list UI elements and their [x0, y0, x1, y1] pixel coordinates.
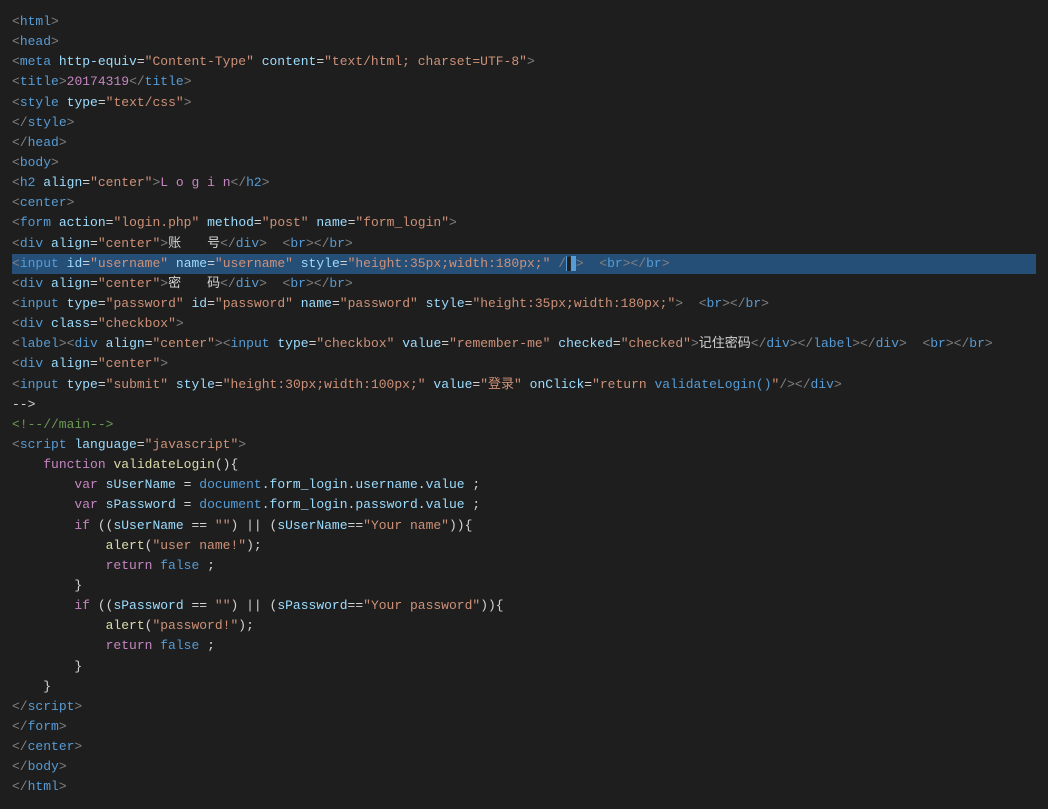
- code-line-16: <div class="checkbox">: [12, 314, 1036, 334]
- code-line-11: <form action="login.php" method="post" n…: [12, 213, 1036, 233]
- code-line-37: </body>: [12, 757, 1036, 777]
- code-line-3: <meta http-equiv="Content-Type" content=…: [12, 52, 1036, 72]
- code-line-36: </center>: [12, 737, 1036, 757]
- code-line-18: <div align="center">: [12, 354, 1036, 374]
- code-line-31: return false ;: [12, 636, 1036, 656]
- code-line-21: <script language="javascript">: [12, 435, 1036, 455]
- code-line-6: </style>: [12, 113, 1036, 133]
- code-line-4: <title>20174319</title>: [12, 72, 1036, 92]
- code-line-2: <head>: [12, 32, 1036, 52]
- code-line-9: <h2 align="center">L o g i n</h2>: [12, 173, 1036, 193]
- code-line-14: <div align="center">密 码</div> <br></br>: [12, 274, 1036, 294]
- code-line-24: var sPassword = document.form_login.pass…: [12, 495, 1036, 515]
- code-line-32: }: [12, 657, 1036, 677]
- code-line-5: <style type="text/css">: [12, 93, 1036, 113]
- code-line-28: }: [12, 576, 1036, 596]
- code-line-23: var sUserName = document.form_login.user…: [12, 475, 1036, 495]
- code-line-12: <div align="center">账 号</div> <br></br>: [12, 234, 1036, 254]
- code-line-8: <body>: [12, 153, 1036, 173]
- code-line-22: function validateLogin(){: [12, 455, 1036, 475]
- code-line-10: <center>: [12, 193, 1036, 213]
- code-line-34: </script>: [12, 697, 1036, 717]
- code-line-19: <input type="submit" style="height:30px;…: [12, 375, 1036, 395]
- code-line-38: </html>: [12, 777, 1036, 797]
- code-line-29: if ((sPassword == "") || (sPassword=="Yo…: [12, 596, 1036, 616]
- code-line-20: <!--//main-->: [12, 415, 1036, 435]
- code-line-7: </head>: [12, 133, 1036, 153]
- code-line-1: <html>: [12, 12, 1036, 32]
- code-line-17: <label><div align="center"><input type="…: [12, 334, 1036, 354]
- code-line-13: <input id="username" name="username" sty…: [12, 254, 1036, 274]
- code-line-15: <input type="password" id="password" nam…: [12, 294, 1036, 314]
- code-line-33: }: [12, 677, 1036, 697]
- code-line-27: return false ;: [12, 556, 1036, 576]
- code-line-25: if ((sUserName == "") || (sUserName=="Yo…: [12, 516, 1036, 536]
- code-editor: <html> <head> <meta http-equiv="Content-…: [0, 8, 1048, 801]
- code-line-30: alert("password!");: [12, 616, 1036, 636]
- code-line-35: </form>: [12, 717, 1036, 737]
- code-line-26: alert("user name!");: [12, 536, 1036, 556]
